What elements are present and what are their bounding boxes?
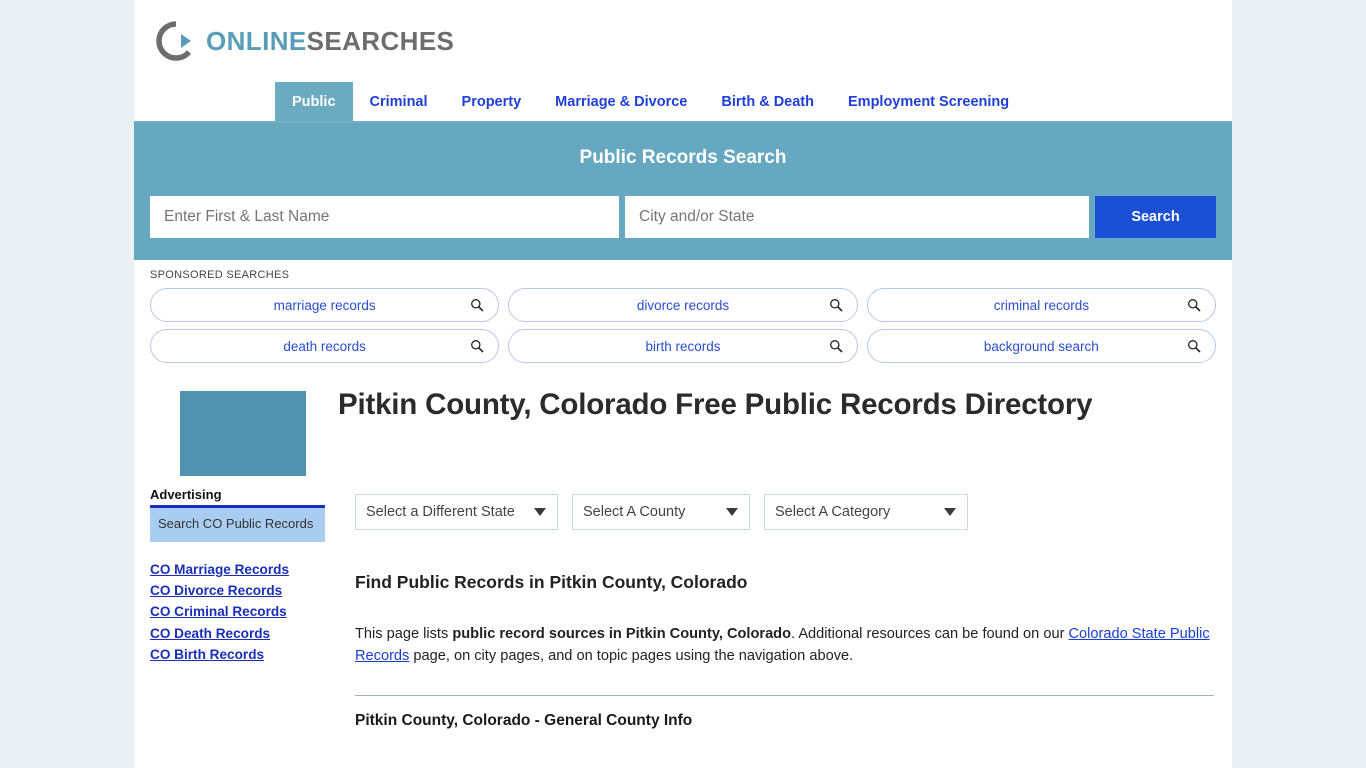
sidebar-link-co-marriage-records[interactable]: CO Marriage Records — [150, 559, 325, 580]
page-hero: Pitkin County, Colorado Free Public Reco… — [134, 369, 1232, 476]
sidebar-link-co-divorce-records[interactable]: CO Divorce Records — [150, 580, 325, 601]
search-icon — [1187, 298, 1201, 312]
circular-arrow-logo-icon[interactable] — [155, 20, 197, 62]
content-container: ONLINESEARCHES Public Criminal Property … — [134, 0, 1232, 768]
search-panel-title: Public Records Search — [579, 147, 787, 168]
nav-item-birth-death[interactable]: Birth & Death — [704, 82, 831, 121]
sponsored-chip-background-search[interactable]: background search — [866, 329, 1216, 363]
chip-label: divorce records — [636, 297, 730, 313]
sponsored-chip-death-records[interactable]: death records — [150, 329, 500, 363]
chevron-down-icon — [726, 508, 738, 516]
sponsored-chip-divorce-records[interactable]: divorce records — [508, 288, 858, 322]
search-icon — [470, 339, 484, 353]
chip-label: birth records — [645, 338, 721, 354]
sponsored-chip-marriage-records[interactable]: marriage records — [150, 288, 500, 322]
sidebar-ad-text: Search CO Public Records — [158, 516, 314, 531]
search-icon — [470, 298, 484, 312]
state-select-label: Select a Different State — [366, 504, 515, 520]
sponsored-chip-criminal-records[interactable]: criminal records — [866, 288, 1216, 322]
chip-label: criminal records — [993, 297, 1089, 313]
sponsored-searches-section: SPONSORED SEARCHES marriage records divo… — [134, 260, 1232, 369]
sidebar-ad-box[interactable]: Search CO Public Records — [150, 505, 325, 542]
nav-item-public[interactable]: Public — [275, 82, 353, 121]
nav-item-marriage-divorce[interactable]: Marriage & Divorce — [538, 82, 704, 121]
chip-label: background search — [983, 338, 1099, 354]
sidebar-link-co-death-records[interactable]: CO Death Records — [150, 623, 325, 644]
section-heading: Find Public Records in Pitkin County, Co… — [355, 572, 748, 592]
search-button[interactable]: Search — [1095, 196, 1216, 238]
advertising-label: Advertising — [150, 487, 222, 502]
section-divider — [355, 695, 1214, 697]
body-columns: Advertising Search CO Public Records CO … — [134, 476, 1232, 730]
sponsored-searches-label: SPONSORED SEARCHES — [150, 269, 290, 281]
general-county-info-heading: Pitkin County, Colorado - General County… — [355, 712, 693, 730]
search-icon — [1187, 339, 1201, 353]
chip-label: death records — [283, 338, 366, 354]
nav-item-employment-screening[interactable]: Employment Screening — [831, 82, 1026, 121]
search-icon — [829, 339, 843, 353]
sponsored-chip-birth-records[interactable]: birth records — [508, 329, 858, 363]
filter-selectors: Select a Different State Select A County… — [355, 476, 1214, 530]
county-thumbnail-image — [180, 391, 306, 476]
county-select-label: Select A County — [583, 504, 686, 520]
category-select-label: Select A Category — [775, 504, 891, 520]
chevron-down-icon — [944, 508, 956, 516]
search-icon — [829, 298, 843, 312]
location-search-input[interactable] — [625, 196, 1089, 238]
paragraph-mid: . Additional resources can be found on o… — [791, 626, 1069, 642]
search-form: Search — [150, 196, 1216, 238]
main-navigation: Public Criminal Property Marriage & Divo… — [134, 82, 1232, 123]
logo-word-searches: SEARCHES — [306, 25, 455, 56]
page-title: Pitkin County, Colorado Free Public Reco… — [338, 388, 1093, 421]
sidebar: Advertising Search CO Public Records CO … — [150, 476, 325, 730]
state-select[interactable]: Select a Different State — [355, 494, 558, 530]
chip-label: marriage records — [273, 297, 376, 313]
site-header: ONLINESEARCHES — [134, 0, 1232, 82]
chevron-down-icon — [534, 508, 546, 516]
main-content: Select a Different State Select A County… — [325, 476, 1232, 730]
page-root: ONLINESEARCHES Public Criminal Property … — [0, 0, 1366, 768]
public-records-search-panel: Public Records Search Search — [134, 123, 1232, 260]
nav-item-property[interactable]: Property — [445, 82, 539, 121]
intro-paragraph: This page lists public record sources in… — [355, 623, 1214, 667]
sidebar-link-co-criminal-records[interactable]: CO Criminal Records — [150, 601, 325, 622]
sponsored-chip-grid: marriage records divorce records crimina… — [150, 288, 1216, 363]
sidebar-link-co-birth-records[interactable]: CO Birth Records — [150, 644, 325, 665]
sidebar-link-list: CO Marriage Records CO Divorce Records C… — [150, 542, 325, 666]
site-logo-text[interactable]: ONLINESEARCHES — [206, 26, 454, 57]
nav-item-criminal[interactable]: Criminal — [353, 82, 445, 121]
paragraph-bold-source: public record sources in Pitkin County, … — [452, 626, 792, 642]
paragraph-pre: This page lists — [355, 626, 453, 642]
logo-word-online: ONLINE — [206, 25, 307, 56]
category-select[interactable]: Select A Category — [764, 494, 968, 530]
paragraph-post: page, on city pages, and on topic pages … — [409, 648, 854, 665]
name-search-input[interactable] — [150, 196, 619, 238]
county-select[interactable]: Select A County — [572, 494, 750, 530]
